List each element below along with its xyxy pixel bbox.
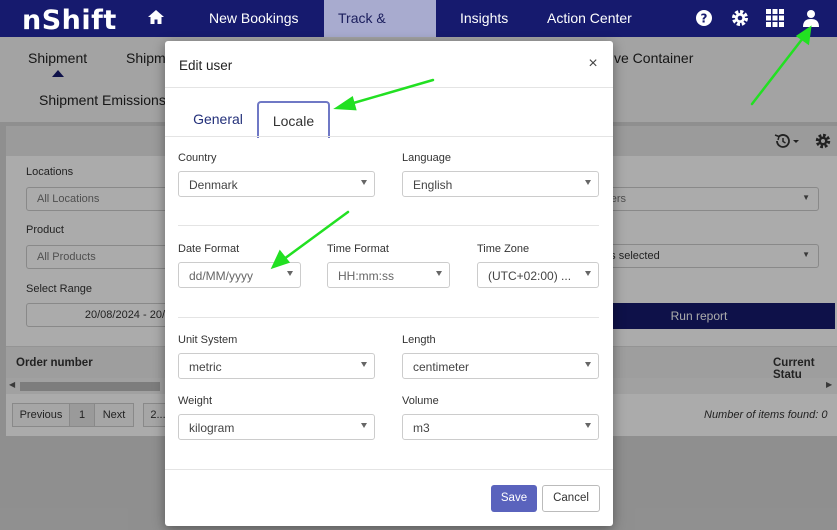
section-divider (178, 225, 599, 226)
chevron-down-icon (287, 271, 293, 276)
country-value: Denmark (189, 178, 238, 192)
chevron-down-icon (585, 362, 591, 367)
user-icon[interactable] (802, 9, 822, 29)
length-label: Length (402, 334, 436, 346)
nav-new-bookings[interactable]: New Bookings (195, 0, 313, 37)
language-label: Language (402, 152, 451, 164)
svg-text:?: ? (701, 12, 708, 26)
edit-user-dialog: Edit user × General Locale Country Denma… (165, 41, 613, 526)
nav-action-center[interactable]: Action Center (533, 0, 646, 37)
top-navigation-bar: nShift New Bookings Track & Trace Insigh… (0, 0, 837, 63)
gear-icon[interactable] (730, 8, 750, 28)
date-format-label: Date Format (178, 243, 240, 255)
volume-label: Volume (402, 395, 439, 407)
chevron-down-icon (436, 271, 442, 276)
chevron-down-icon (585, 423, 591, 428)
section-divider (178, 317, 599, 318)
chevron-down-icon (361, 423, 367, 428)
unit-system-select[interactable]: metric (178, 353, 375, 379)
chevron-down-icon (585, 271, 591, 276)
date-format-select[interactable]: dd/MM/yyyy (178, 262, 301, 288)
nav-insights[interactable]: Insights (446, 0, 522, 37)
nav-track-and-trace[interactable]: Track & Trace (324, 0, 436, 63)
date-format-value: dd/MM/yyyy (189, 269, 254, 283)
nshift-logo[interactable]: nShift (22, 5, 117, 36)
weight-select[interactable]: kilogram (178, 414, 375, 440)
apps-grid-icon[interactable] (766, 9, 786, 29)
home-icon[interactable] (147, 8, 167, 28)
weight-label: Weight (178, 395, 213, 407)
length-value: centimeter (413, 360, 470, 374)
tab-general[interactable]: General (185, 101, 251, 137)
close-icon[interactable]: × (585, 55, 601, 73)
time-format-label: Time Format (327, 243, 389, 255)
length-select[interactable]: centimeter (402, 353, 599, 379)
country-label: Country (178, 152, 217, 164)
footer-divider (165, 469, 613, 470)
weight-value: kilogram (189, 421, 235, 435)
time-format-select[interactable]: HH:mm:ss (327, 262, 450, 288)
time-zone-value: (UTC+02:00) ... (488, 269, 572, 283)
dialog-title: Edit user (179, 58, 233, 73)
language-value: English (413, 178, 453, 192)
time-zone-label: Time Zone (477, 243, 530, 255)
chevron-down-icon (361, 180, 367, 185)
language-select[interactable]: English (402, 171, 599, 197)
unit-system-label: Unit System (178, 334, 238, 346)
cancel-button[interactable]: Cancel (542, 485, 600, 512)
header-divider (165, 87, 613, 88)
volume-value: m3 (413, 421, 430, 435)
chevron-down-icon (585, 180, 591, 185)
tab-locale[interactable]: Locale (257, 101, 330, 138)
time-zone-select[interactable]: (UTC+02:00) ... (477, 262, 599, 288)
volume-select[interactable]: m3 (402, 414, 599, 440)
help-icon[interactable]: ? (695, 9, 715, 29)
save-button[interactable]: Save (491, 485, 537, 512)
tabs-divider (165, 136, 613, 137)
time-format-value: HH:mm:ss (338, 269, 394, 283)
chevron-down-icon (361, 362, 367, 367)
unit-system-value: metric (189, 360, 222, 374)
country-select[interactable]: Denmark (178, 171, 375, 197)
